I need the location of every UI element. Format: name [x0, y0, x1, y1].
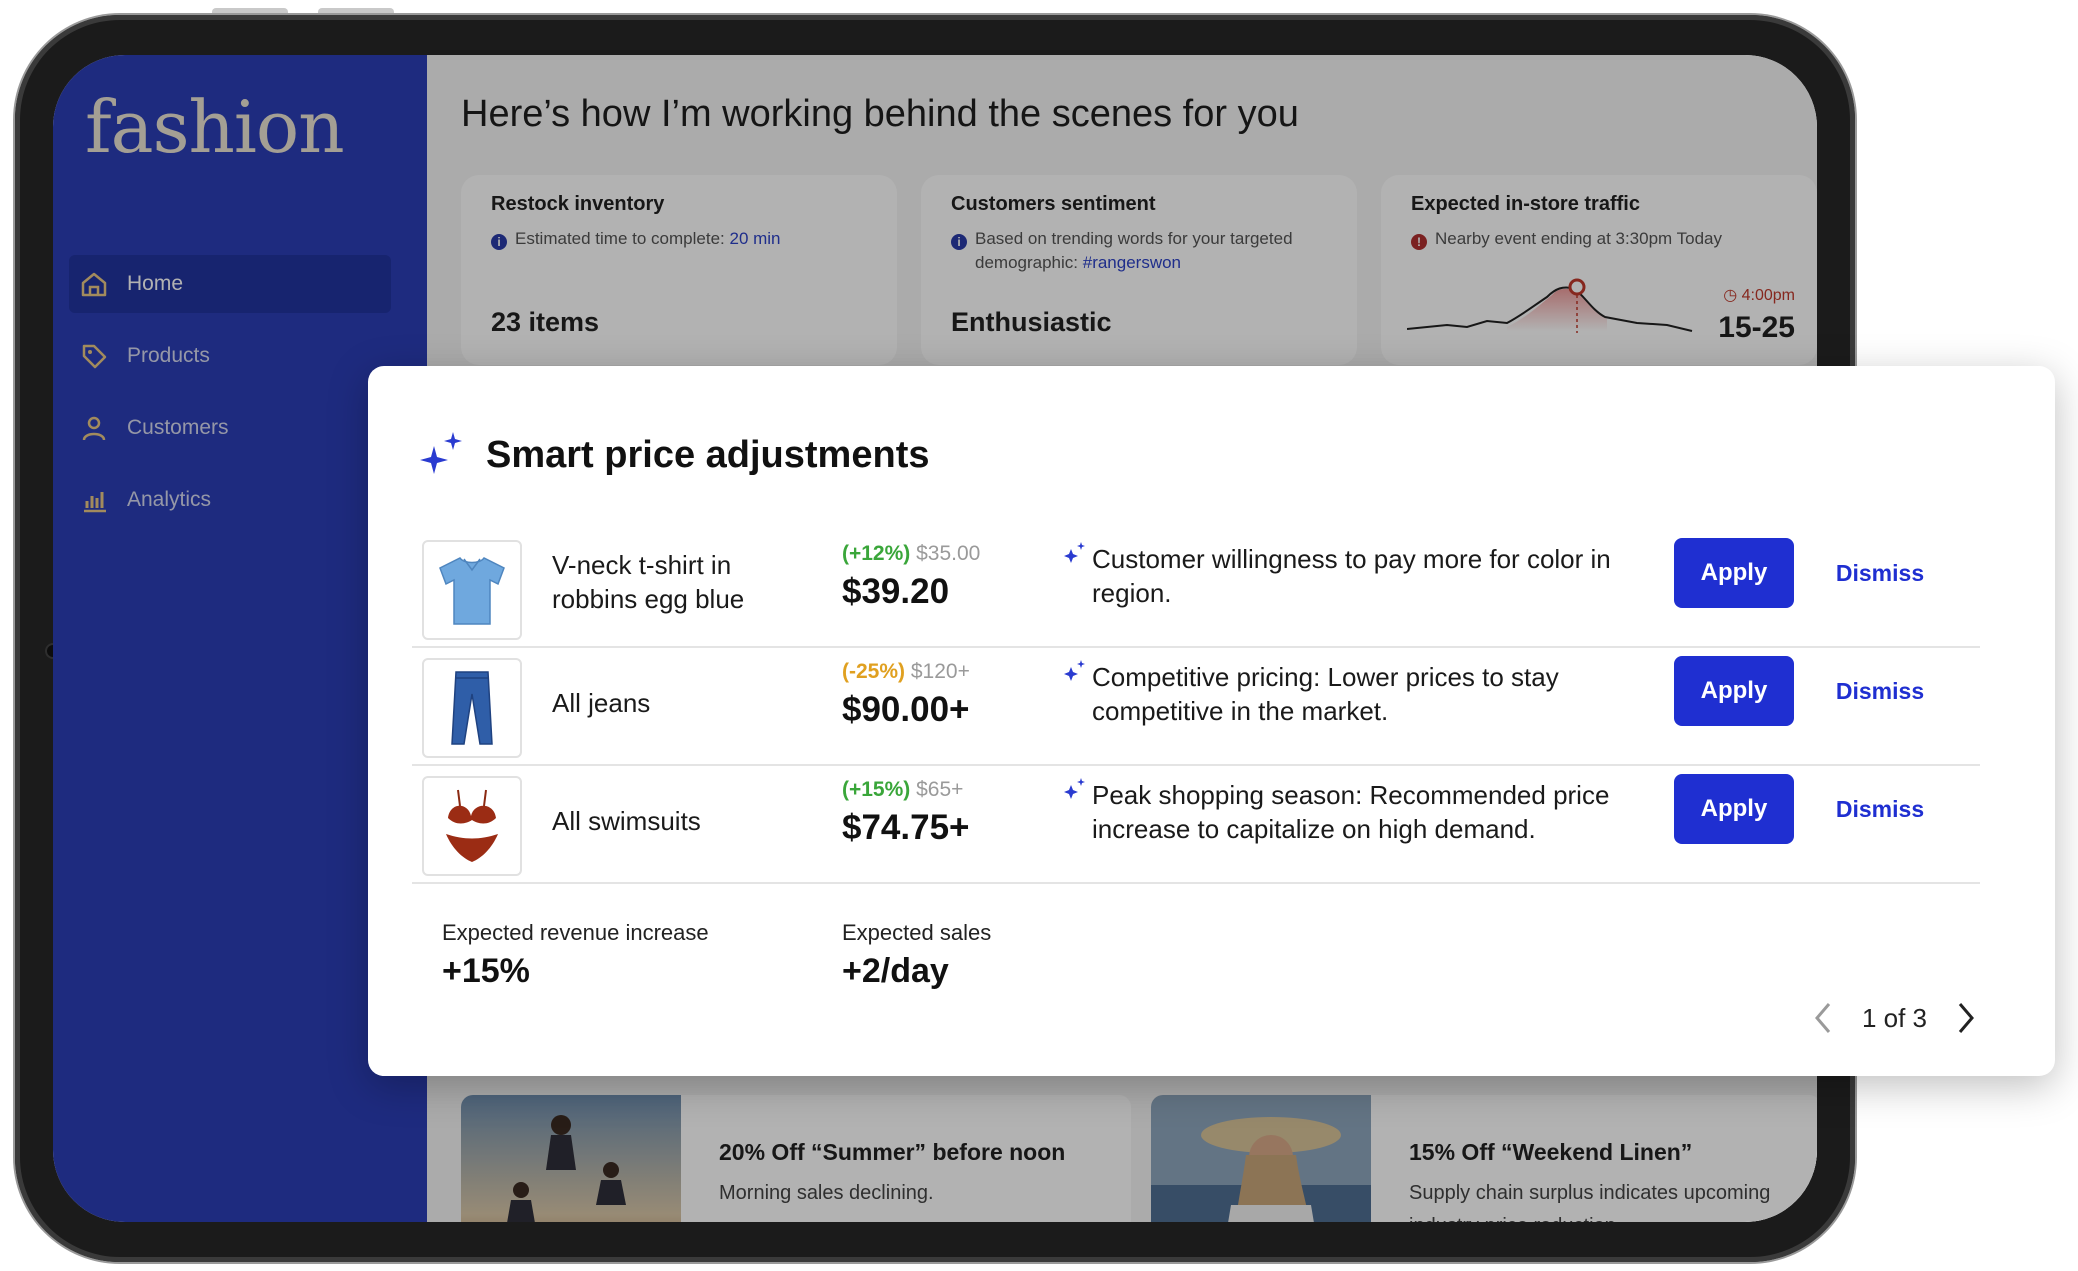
page-indicator: 1 of 3 — [1861, 1002, 1927, 1033]
product-name: All jeans — [552, 688, 651, 718]
price-change: (-25%) $120+ — [842, 660, 970, 684]
jeans-icon — [451, 671, 493, 745]
sparkle-icon — [420, 432, 462, 474]
sales-value: +2/day — [842, 952, 949, 990]
price-change: (+12%) $35.00 — [842, 542, 980, 566]
swimsuit-thumbnail — [422, 776, 522, 876]
change-percent: (+12%) — [842, 542, 911, 565]
revenue-label: Expected revenue increase — [442, 920, 709, 945]
sales-label: Expected sales — [842, 920, 992, 945]
sparkle-icon — [1064, 778, 1085, 799]
dismiss-button[interactable]: Dismiss — [1820, 774, 1940, 844]
price-row: All jeans (-25%) $120+ $90.00+ Competiti… — [412, 646, 1980, 766]
tshirt-icon — [439, 557, 505, 625]
reason-text: Competitive pricing: Lower prices to sta… — [1092, 662, 1559, 726]
chevron-left-icon[interactable] — [1808, 998, 1838, 1038]
swimsuit-icon — [446, 789, 498, 862]
new-price: $39.20 — [842, 572, 950, 611]
price-change: (+15%) $65+ — [842, 778, 963, 802]
tshirt-thumbnail — [422, 540, 522, 640]
reason-text: Peak shopping season: Recommended price … — [1092, 780, 1610, 844]
smart-price-modal: Smart price adjustments V-neck t-shirt i… — [368, 366, 2055, 1076]
sparkle-icon — [1064, 542, 1085, 563]
old-price: $35.00 — [916, 542, 981, 565]
modal-title: Smart price adjustments — [486, 434, 930, 476]
price-row: V-neck t-shirt in robbins egg blue (+12%… — [412, 528, 1980, 648]
price-row: All swimsuits (+15%) $65+ $74.75+ Peak s… — [412, 764, 1980, 884]
sparkle-icon — [1064, 660, 1085, 681]
apply-button[interactable]: Apply — [1674, 538, 1794, 608]
product-name: All swimsuits — [552, 806, 701, 836]
change-percent: (+15%) — [842, 778, 911, 801]
pagination: 1 of 3 — [1808, 998, 1981, 1038]
change-percent: (-25%) — [842, 660, 906, 683]
old-price: $65+ — [916, 778, 964, 801]
reason-text: Customer willingness to pay more for col… — [1092, 544, 1611, 608]
old-price: $120+ — [910, 660, 970, 683]
product-name: V-neck t-shirt in robbins egg blue — [552, 550, 745, 614]
chevron-right-icon[interactable] — [1951, 998, 1981, 1038]
apply-button[interactable]: Apply — [1674, 774, 1794, 844]
dismiss-button[interactable]: Dismiss — [1820, 656, 1940, 726]
dismiss-button[interactable]: Dismiss — [1820, 538, 1940, 608]
new-price: $90.00+ — [842, 690, 970, 729]
jeans-thumbnail — [422, 658, 522, 758]
new-price: $74.75+ — [842, 808, 970, 847]
apply-button[interactable]: Apply — [1674, 656, 1794, 726]
revenue-value: +15% — [442, 952, 530, 990]
